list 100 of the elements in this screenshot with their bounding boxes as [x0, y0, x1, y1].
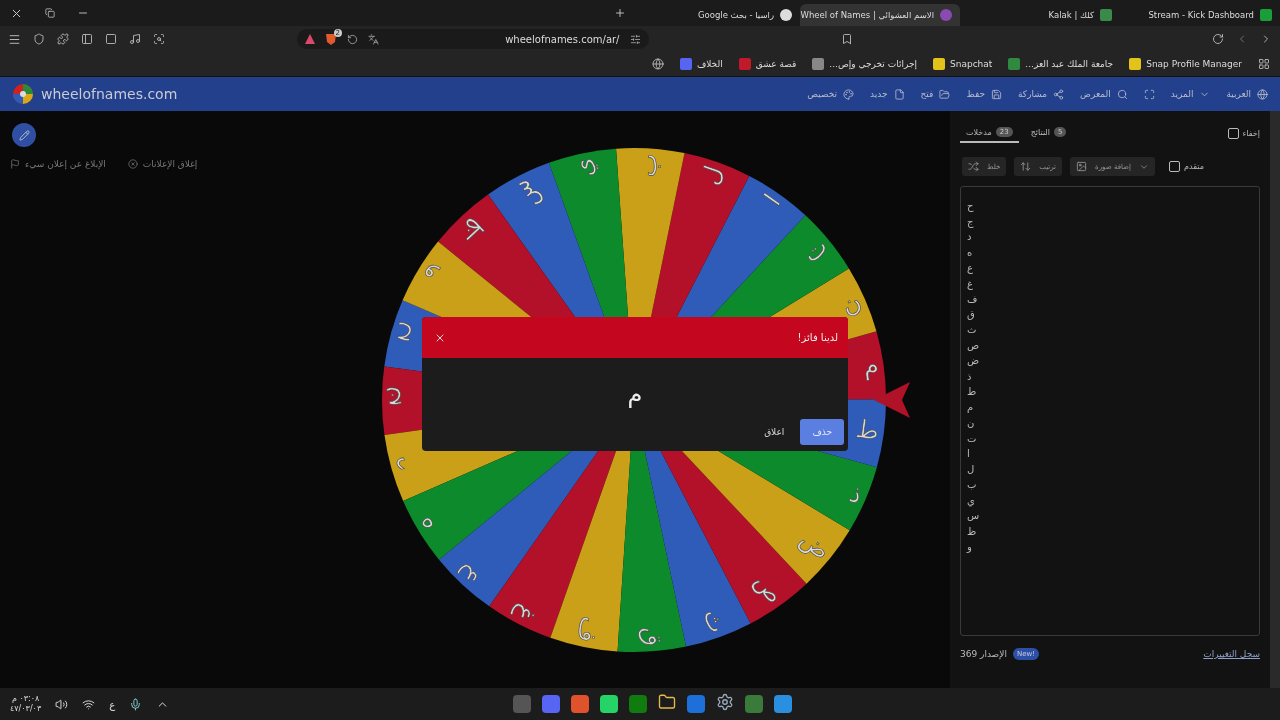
entry-line: ذ	[967, 369, 972, 384]
wheel-label: ي	[567, 155, 600, 181]
bookmark-link[interactable]: قصة عشق	[738, 58, 797, 70]
close-ads-link[interactable]: إغلاق الإعلانات	[127, 159, 198, 169]
app-icon[interactable]	[687, 695, 706, 713]
entry-line: ل	[967, 462, 975, 477]
bookmark-link[interactable]: إجرائات تخرجي وإص...	[812, 58, 917, 70]
tab-title: Stream - Kick Dashboard	[1147, 10, 1254, 20]
shield-icon[interactable]	[33, 33, 45, 45]
scrollbar[interactable]	[1270, 111, 1280, 688]
browser-tab[interactable]: راسيا - بحث Google	[640, 4, 800, 26]
globe-icon[interactable]	[651, 58, 664, 70]
bookmark-icon[interactable]	[840, 33, 853, 45]
fullscreen-button[interactable]	[1143, 88, 1155, 100]
settings-icon[interactable]	[716, 693, 735, 711]
entry-line: ط	[967, 385, 977, 399]
entry-line: ع	[967, 261, 973, 276]
entry-line: و	[967, 540, 972, 555]
favicon-icon	[940, 9, 952, 21]
entry-line: ض	[967, 354, 980, 368]
flag-icon	[10, 159, 20, 169]
edit-button[interactable]	[12, 123, 36, 147]
bookmark-link[interactable]: جامعة الملك عبد العز...	[1008, 58, 1114, 70]
site-logo[interactable]: wheelofnames.com	[41, 86, 178, 102]
menu-item[interactable]: مشاركة	[1018, 88, 1065, 100]
triangle-icon[interactable]	[305, 34, 315, 44]
tab-title: الاسم العشوائي | Wheel of Names	[800, 10, 934, 20]
bookmark-icon	[812, 58, 825, 70]
site-settings-icon[interactable]	[629, 33, 641, 45]
reload-icon[interactable]	[1212, 33, 1224, 45]
puzzle-icon[interactable]	[57, 33, 69, 45]
bookmark-icon	[1129, 58, 1142, 70]
wheel-label: ح	[391, 321, 415, 354]
app-icon[interactable]	[774, 695, 793, 713]
browser-tab[interactable]: كلك | Kalak	[960, 4, 1120, 26]
hide-checkbox[interactable]: إخفاء	[1227, 127, 1260, 139]
report-ad-link[interactable]: الإبلاغ عن إعلان سيء	[10, 159, 106, 169]
language-indicator[interactable]: ع	[109, 698, 116, 710]
microphone-icon[interactable]	[129, 697, 143, 711]
entries-field[interactable]: ح ج د ه ع غ ف ق ث ص ض ذ ط م ن ت ا ل ب ي س ظ و	[960, 186, 1260, 636]
menu-item[interactable]: جديد	[870, 88, 905, 100]
screenshot-icon[interactable]	[153, 33, 165, 45]
speaker-icon[interactable]	[55, 697, 69, 711]
tab-label: مدخلات	[966, 127, 992, 137]
entry-line: ف	[967, 292, 978, 306]
app-icon[interactable]	[571, 695, 590, 713]
tab-title: راسيا - بحث Google	[696, 10, 774, 20]
favicon-icon	[1100, 9, 1112, 21]
bookmark-link[interactable]: الخلاف	[679, 58, 723, 70]
entry-line: ن	[967, 416, 975, 430]
restore-button[interactable]	[43, 6, 57, 20]
clock-time: ٠٣:٠٨ م	[11, 694, 40, 704]
close-button[interactable]: اعلاق	[760, 419, 789, 445]
bookmark-link[interactable]: Snap Profile Manager	[1129, 58, 1242, 70]
fullscreen-icon	[1143, 88, 1155, 100]
lion-shield-icon[interactable]	[325, 32, 337, 46]
wheel-label: ع	[456, 561, 488, 592]
menu-item[interactable]: تخصيص	[807, 88, 854, 100]
url-text: wheelofnames.com/ar/	[504, 33, 620, 45]
bookmark-icon	[738, 58, 751, 70]
square-icon[interactable]	[105, 33, 117, 45]
wheel-label: ذ	[845, 478, 868, 510]
changelog-link[interactable]: سجل التغييرات	[1203, 649, 1260, 659]
wheel-label: د	[392, 451, 412, 483]
menu-item[interactable]: المعرض	[1080, 88, 1128, 100]
bookmark-link[interactable]: Snapchat	[933, 58, 993, 70]
menu-item[interactable]: العربية	[1226, 88, 1268, 100]
entry-line: ا	[967, 447, 970, 461]
entry-line: ج	[967, 214, 974, 229]
translate-icon[interactable]	[368, 33, 379, 45]
pencil-icon	[18, 129, 30, 141]
browser-tab[interactable]: Stream - Kick Dashboard	[1120, 4, 1280, 26]
entry-line: ح	[967, 199, 974, 214]
entry-line: ه	[967, 245, 973, 260]
sidebar-icon[interactable]	[81, 33, 93, 45]
browser-tab[interactable]: الاسم العشوائي | Wheel of Names	[800, 4, 960, 26]
wheel-label: ص	[748, 567, 791, 609]
bookmark-icon	[1008, 58, 1021, 70]
favicon-icon	[1260, 9, 1272, 21]
app-icon[interactable]	[542, 695, 561, 713]
folder-icon[interactable]	[658, 693, 677, 711]
apps-icon[interactable]	[1258, 58, 1270, 70]
reload-icon[interactable]	[347, 33, 358, 45]
plus-icon	[614, 7, 626, 19]
wheel-label: و	[414, 261, 440, 293]
menu-item[interactable]: المزيد	[1170, 88, 1211, 100]
wheel-label: ف	[571, 614, 606, 646]
entry-line: ت	[967, 431, 977, 446]
app-icon[interactable]	[600, 695, 619, 713]
tool-icon	[1020, 161, 1032, 172]
wifi-icon[interactable]	[82, 697, 96, 711]
wheel-label: ا	[758, 188, 787, 211]
menu-item[interactable]: فتح	[920, 88, 951, 100]
music-icon[interactable]	[129, 33, 141, 45]
menu-icon[interactable]	[8, 32, 21, 46]
advanced-checkbox[interactable]: متقدم	[1169, 161, 1204, 172]
restore-icon	[45, 8, 55, 18]
menu-item[interactable]: حفظ	[966, 88, 1003, 100]
pointer-icon	[874, 382, 910, 418]
menu-item-icon	[1053, 88, 1065, 100]
